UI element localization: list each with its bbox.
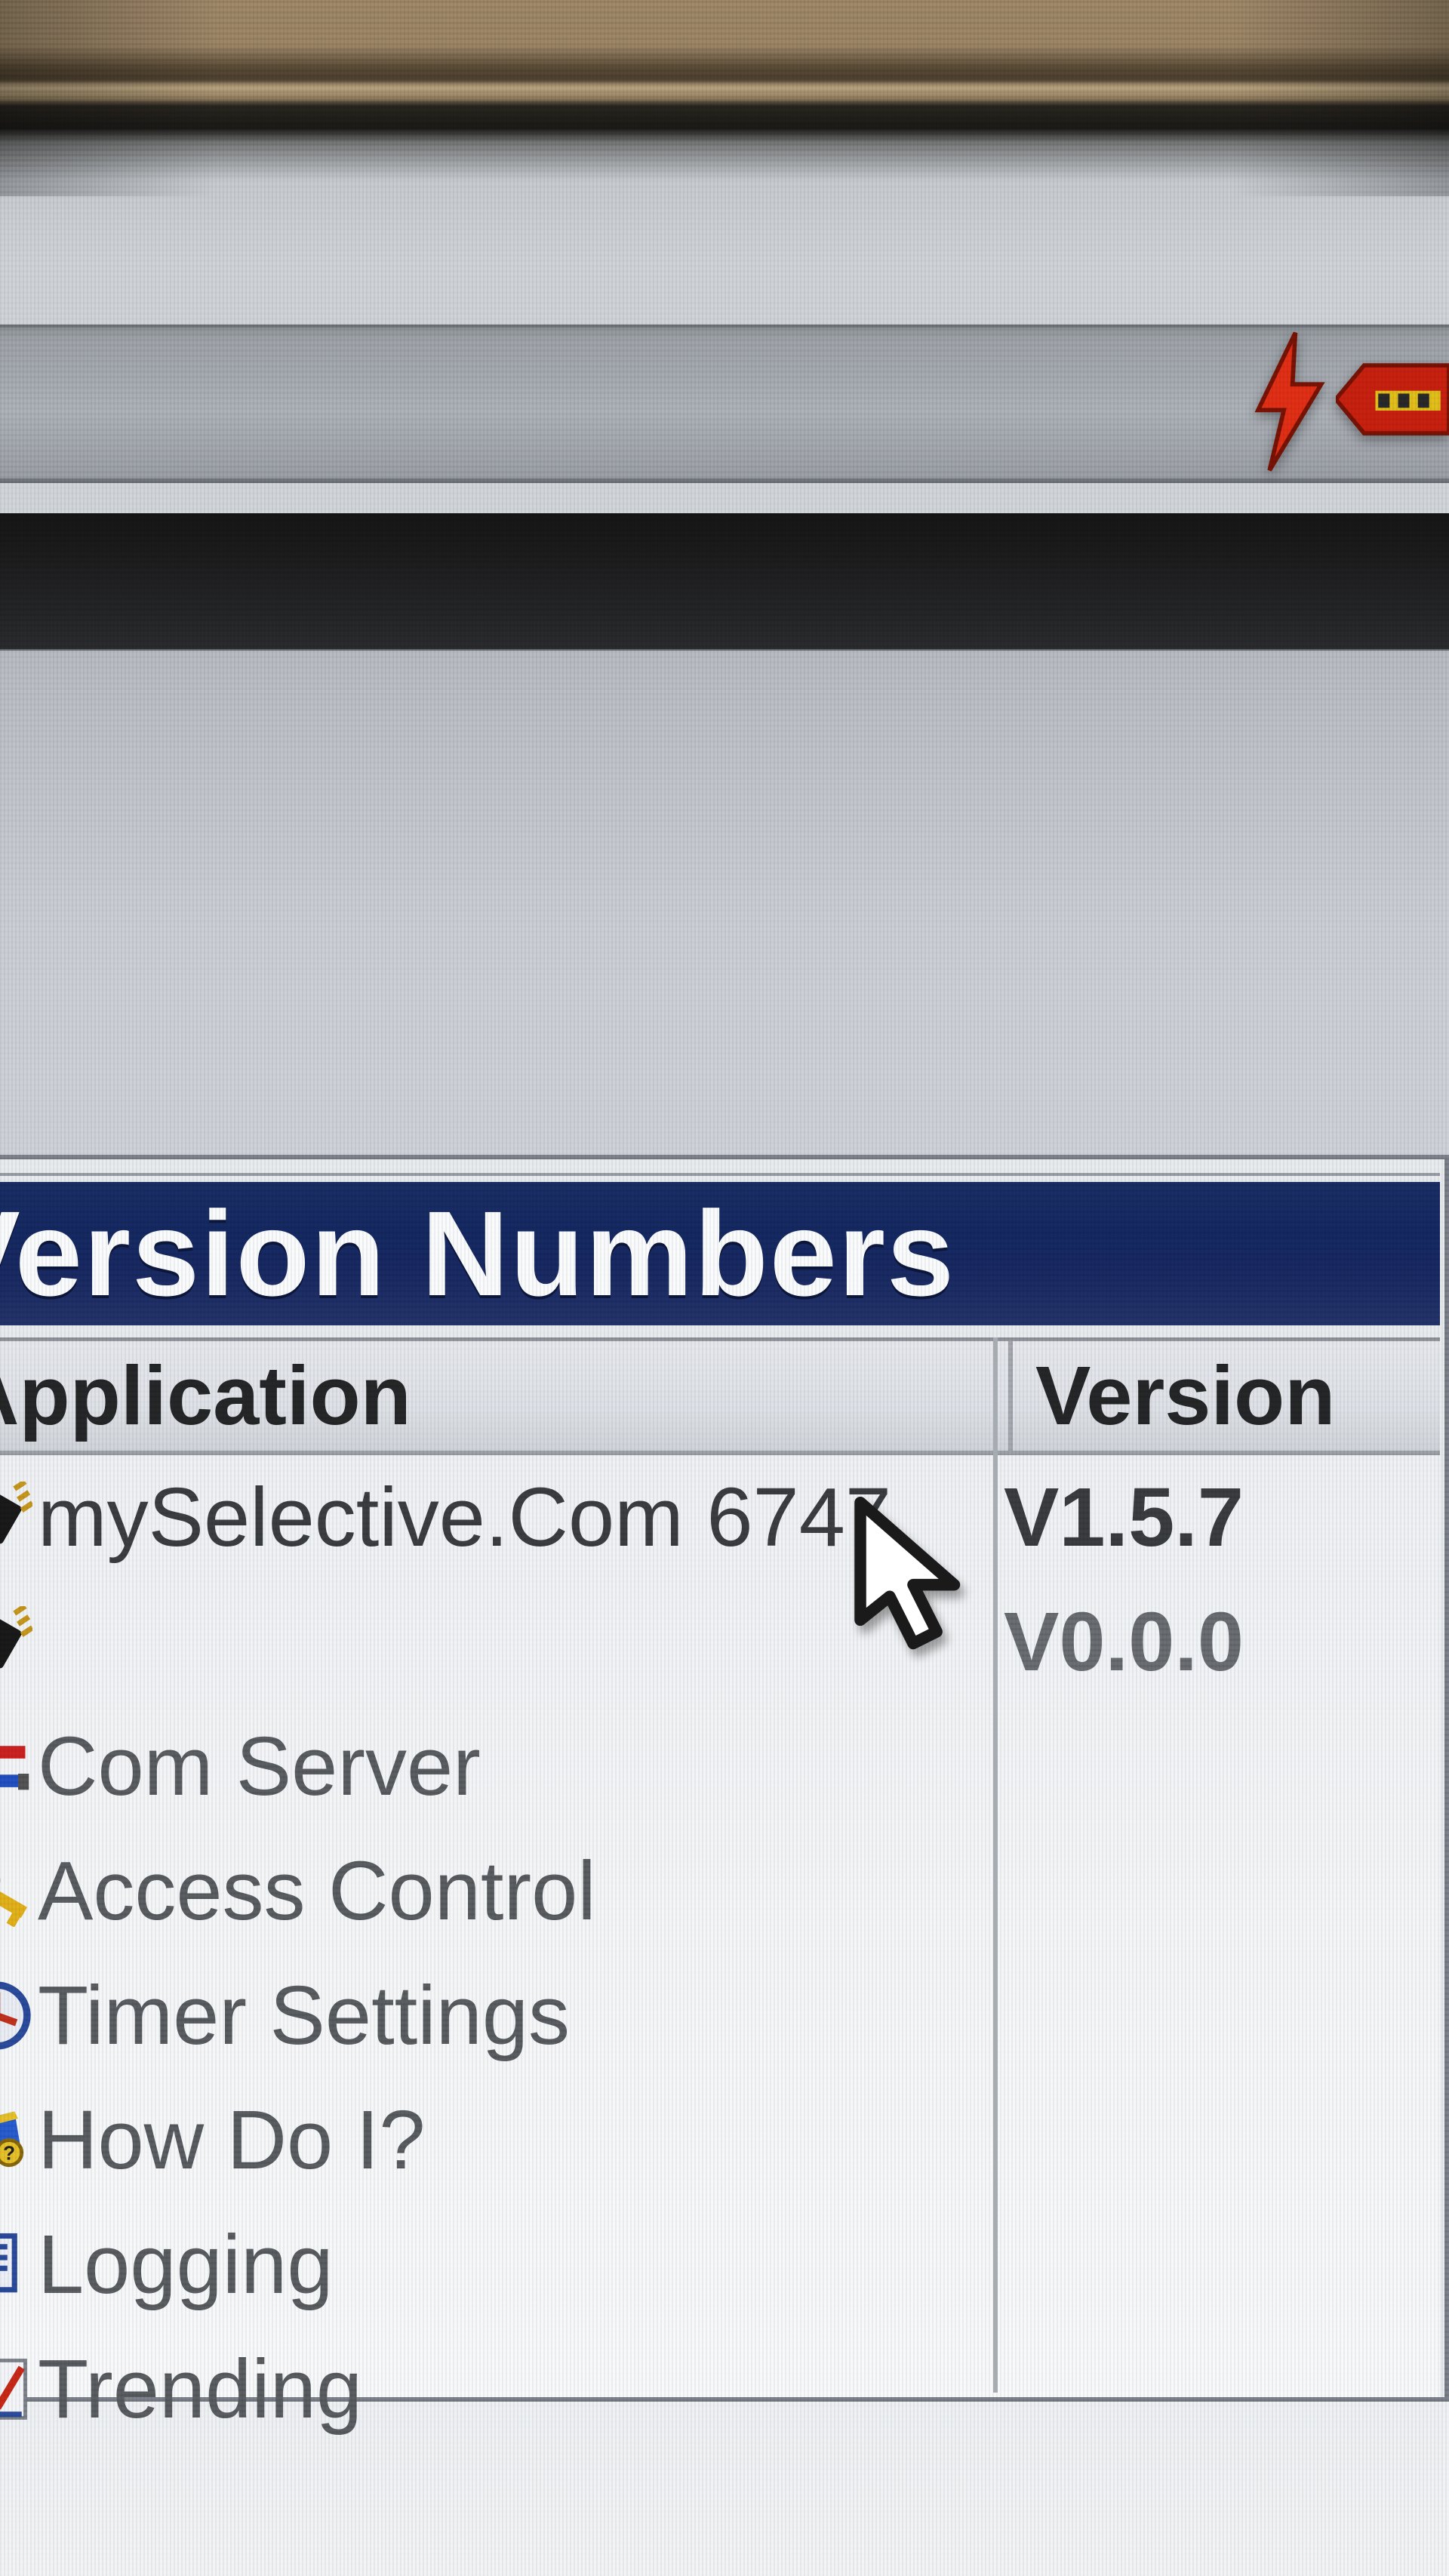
window-dark-band: [0, 513, 1449, 649]
app-name-label: mySelective.Com 6747: [38, 1470, 996, 1565]
table-row[interactable]: ? How Do I?: [0, 2078, 1440, 2202]
window-title: Version Numbers: [0, 1184, 955, 1323]
header-application[interactable]: Application: [0, 1341, 1013, 1451]
app-name-label: Com Server: [38, 1719, 996, 1814]
table-row[interactable]: Timer Settings: [0, 1953, 1440, 2078]
table-row[interactable]: Com Server: [0, 1704, 1440, 1829]
version-value: V1.5.7: [1004, 1470, 1244, 1565]
table-row[interactable]: Trending: [0, 2327, 1440, 2451]
version-value: V0.0.0: [1004, 1594, 1244, 1690]
table-body: mySelective.Com 6747 V1.5.7 V0.0.0 Com S…: [0, 1455, 1440, 2397]
table-row[interactable]: V0.0.0: [0, 1580, 1440, 1704]
table-row[interactable]: Logging: [0, 2202, 1440, 2327]
book-icon: ?: [0, 2104, 38, 2176]
chip-icon: [0, 1606, 38, 1678]
monitor-bezel-top: [0, 0, 1449, 196]
key-icon: [0, 1855, 38, 1927]
red-bar-icon[interactable]: [1358, 331, 1426, 475]
panel-backdrop: [0, 649, 1449, 1167]
version-numbers-window: Version Numbers Application Version mySe…: [0, 1155, 1449, 2402]
app-toolbar: [0, 325, 1449, 483]
photo-background: Version Numbers Application Version mySe…: [0, 0, 1449, 2576]
clock-icon: [0, 1980, 38, 2051]
svg-text:?: ?: [3, 2142, 15, 2165]
header-version[interactable]: Version: [1013, 1341, 1440, 1451]
app-name-label: How Do I?: [38, 2092, 996, 2188]
app-name-label: Timer Settings: [38, 1968, 996, 2064]
window-titlebar[interactable]: Version Numbers: [0, 1182, 1440, 1325]
table-row[interactable]: mySelective.Com 6747 V1.5.7: [0, 1455, 1440, 1580]
table-header: Application Version: [0, 1337, 1440, 1455]
lightning-icon[interactable]: [1238, 330, 1336, 477]
app-name-label: Trending: [38, 2341, 996, 2437]
wires-icon: [0, 1731, 38, 1802]
trend-icon: [0, 2353, 38, 2425]
chip-icon: [0, 1482, 38, 1553]
log-icon: [0, 2229, 38, 2301]
app-name-label: Logging: [38, 2217, 996, 2313]
table-row[interactable]: Access Control: [0, 1829, 1440, 1953]
app-name-label: Access Control: [38, 1843, 996, 1939]
